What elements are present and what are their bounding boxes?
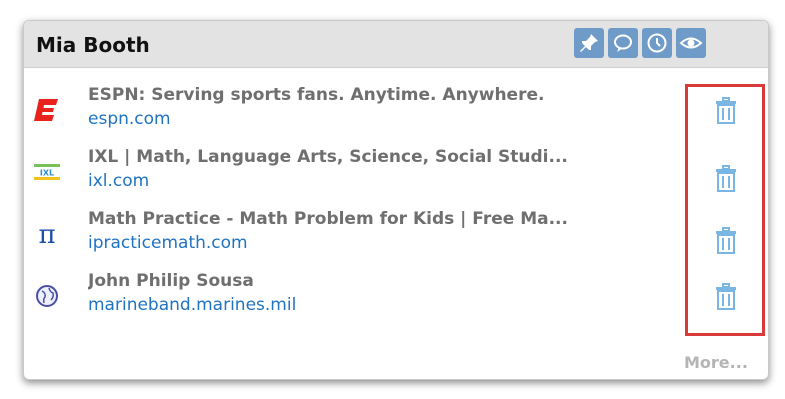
site-title: IXL | Math, Language Arts, Science, Soci… [88, 147, 568, 167]
list-item[interactable]: π Math Practice - Math Problem for Kids … [24, 209, 768, 269]
chat-button[interactable] [608, 28, 638, 58]
site-url-link[interactable]: ixl.com [88, 171, 149, 191]
pin-button[interactable] [574, 28, 604, 58]
site-url-link[interactable]: espn.com [88, 109, 171, 129]
globe-icon [36, 285, 58, 307]
list-item[interactable]: IXL IXL | Math, Language Arts, Science, … [24, 147, 768, 207]
clock-icon [647, 33, 667, 53]
speech-bubble-icon [614, 34, 632, 52]
espn-logo-icon [34, 99, 58, 121]
list-item[interactable]: John Philip Sousa marineband.marines.mil [24, 271, 768, 331]
user-activity-card: Mia Booth ESPN: Serving sports fans. Any… [23, 20, 769, 380]
site-url-link[interactable]: marineband.marines.mil [88, 295, 296, 315]
eye-icon [679, 37, 703, 49]
pin-icon [580, 34, 598, 52]
svg-text:IXL: IXL [40, 169, 54, 178]
site-title: John Philip Sousa [88, 271, 254, 291]
history-button[interactable] [642, 28, 672, 58]
delete-column-highlight [685, 84, 765, 336]
site-title: ESPN: Serving sports fans. Anytime. Anyw… [88, 85, 545, 105]
card-header: Mia Booth [24, 21, 768, 68]
view-button[interactable] [676, 28, 706, 58]
site-url-link[interactable]: ipracticemath.com [88, 233, 248, 253]
more-link[interactable]: More... [684, 353, 748, 372]
card-title: Mia Booth [36, 33, 150, 57]
ixl-logo-icon: IXL [34, 164, 60, 180]
site-title: Math Practice - Math Problem for Kids | … [88, 209, 568, 229]
svg-text:π: π [38, 221, 55, 247]
pi-icon: π [38, 221, 55, 247]
list-item[interactable]: ESPN: Serving sports fans. Anytime. Anyw… [24, 85, 768, 145]
